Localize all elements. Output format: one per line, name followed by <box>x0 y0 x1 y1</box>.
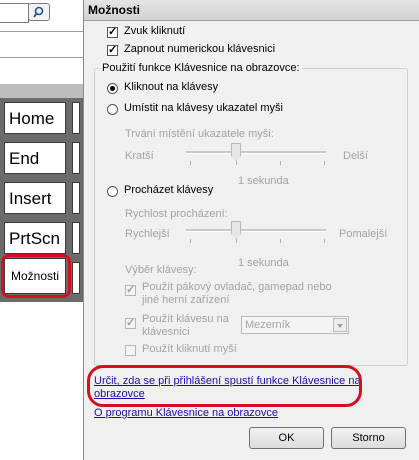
mode-scan-label: Procházet klávesy <box>124 184 214 196</box>
slider-tick <box>324 161 325 165</box>
numeric-keypad-label: Zapnout numerickou klávesnici <box>124 43 276 55</box>
mode-scan-radio[interactable] <box>107 186 118 197</box>
click-sound-checkbox[interactable] <box>107 25 118 38</box>
osk-key-end[interactable]: End <box>4 142 66 174</box>
osk-key-prtscn[interactable]: PrtScn <box>4 222 66 254</box>
mode-hover-radio[interactable] <box>107 104 118 115</box>
slider-tick <box>280 239 281 243</box>
osk-key-partial[interactable] <box>72 182 80 214</box>
background-search-button[interactable] <box>28 3 50 21</box>
mode-click-label: Kliknout na klávesy <box>124 81 219 93</box>
divider <box>0 31 83 32</box>
scan-speed-slider-track[interactable] <box>186 229 326 232</box>
chevron-down-icon[interactable] <box>333 318 347 332</box>
about-link[interactable]: O programu Klávesnice na obrazovce <box>94 407 278 419</box>
osk-key-home[interactable]: Home <box>4 102 66 134</box>
slider-tick <box>236 239 237 243</box>
key-dropdown[interactable]: Mezerník <box>241 316 349 334</box>
scan-speed-label: Rychlost procházení: <box>125 208 228 220</box>
slider-tick <box>190 161 191 165</box>
slider-tick <box>324 239 325 243</box>
osk-header-strip <box>0 84 83 98</box>
scan-speed-min-label: Rychlejší <box>125 228 170 240</box>
mode-hover-label: Umístit na klávesy ukazatel myši <box>124 102 283 114</box>
hover-duration-max-label: Delší <box>343 150 369 162</box>
click-sound-label: Zvuk kliknutí <box>124 25 186 37</box>
cancel-button[interactable]: Storno <box>331 427 406 449</box>
scan-speed-max-label: Pomalejší <box>339 228 388 240</box>
osk-key-partial[interactable] <box>72 222 80 254</box>
hover-duration-min-label: Kratší <box>125 150 154 162</box>
use-joystick-checkbox[interactable] <box>125 283 136 296</box>
osk-key-partial[interactable] <box>72 262 80 294</box>
osk-key-insert[interactable]: Insert <box>4 182 66 214</box>
divider <box>0 57 83 58</box>
osk-options-key[interactable]: Možnosti <box>4 258 66 294</box>
use-key-label: Použít klávesu na <box>142 313 229 325</box>
startup-settings-link-line2[interactable]: obrazovce <box>94 388 145 400</box>
key-select-label: Výběr klávesy: <box>125 264 197 276</box>
slider-tick <box>190 239 191 243</box>
options-dialog: Možnosti Zvuk kliknutí Zapnout numericko… <box>83 0 419 460</box>
usage-group-title: Použití funkce Klávesnice na obrazovce: <box>100 62 302 74</box>
use-mouse-click-label: Použít kliknutí myší <box>142 343 237 355</box>
hover-duration-slider-track[interactable] <box>186 151 326 154</box>
slider-tick <box>236 161 237 165</box>
dialog-title: Možnosti <box>88 3 140 17</box>
osk-key-partial[interactable] <box>72 102 80 134</box>
background-search-input[interactable] <box>0 3 29 23</box>
ok-button[interactable]: OK <box>249 427 324 449</box>
scan-speed-value: 1 sekunda <box>238 257 289 269</box>
use-key-label-line2: klávesnici <box>142 326 190 338</box>
osk-key-partial[interactable] <box>72 142 80 174</box>
use-key-checkbox[interactable] <box>125 316 136 329</box>
hover-duration-value: 1 sekunda <box>238 175 289 187</box>
slider-tick <box>280 161 281 165</box>
hover-duration-label: Trvání místění ukazatele myši: <box>125 128 274 140</box>
use-mouse-click-checkbox[interactable] <box>125 345 136 356</box>
key-dropdown-value: Mezerník <box>245 319 291 331</box>
mode-click-radio[interactable] <box>107 83 118 94</box>
use-joystick-label-line2: jiné herní zařízení <box>142 294 230 306</box>
use-joystick-label: Použít pákový ovladač, gamepad nebo <box>142 281 332 293</box>
background-search-bar <box>0 0 83 24</box>
dialog-titlebar: Možnosti <box>84 0 419 21</box>
search-icon <box>33 6 44 18</box>
numeric-keypad-checkbox[interactable] <box>107 43 118 56</box>
startup-settings-link[interactable]: Určit, zda se při přihlášení spustí funk… <box>94 375 361 387</box>
